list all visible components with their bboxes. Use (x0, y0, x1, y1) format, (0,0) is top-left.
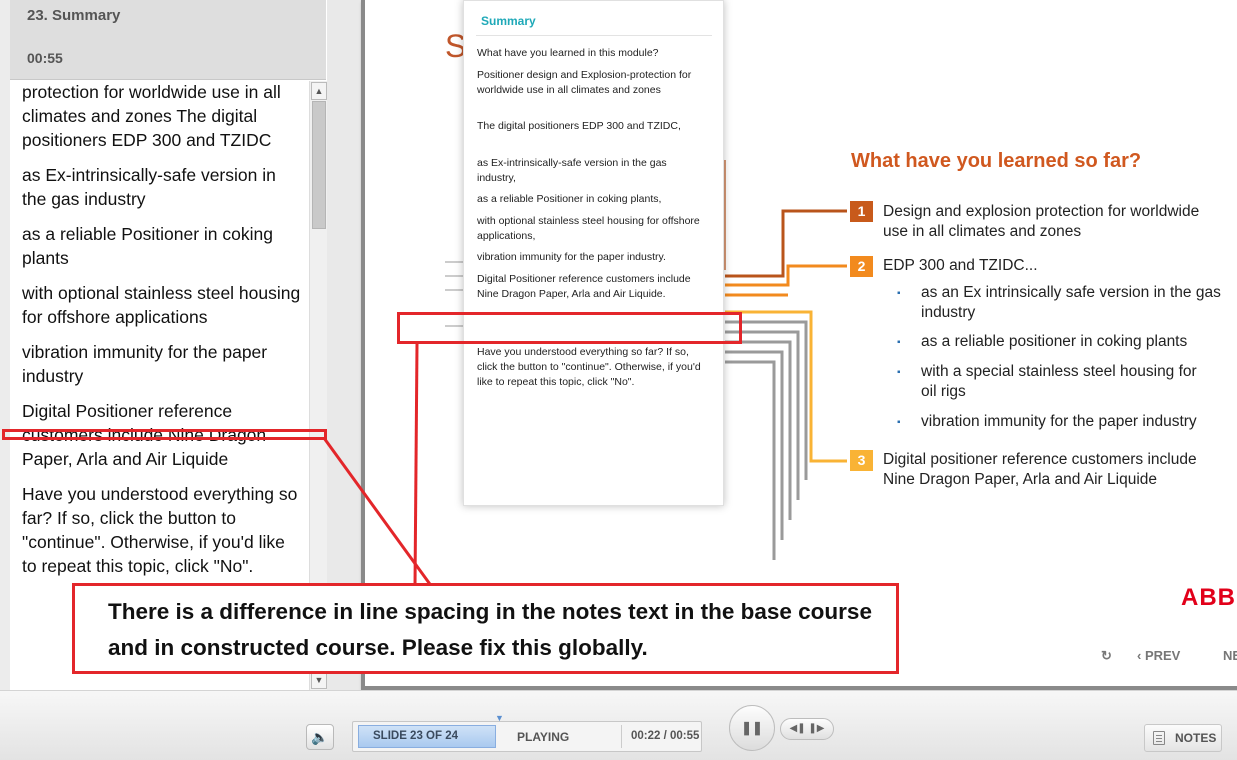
notes-button[interactable]: NOTES (1144, 724, 1222, 752)
notes-icon (1153, 731, 1165, 745)
annotation-callout: There is a difference in line spacing in… (72, 583, 899, 674)
seek-buttons[interactable]: ◀❚ ❚▶ (780, 718, 834, 740)
playback-state: PLAYING (517, 730, 570, 744)
playback-time: 00:22 / 00:55 (621, 725, 699, 748)
playback-status: ▼ SLIDE 23 OF 24 PLAYING 00:22 / 00:55 (352, 713, 702, 752)
notes-label: NOTES (1175, 731, 1217, 745)
progress-marker-icon: ▼ (495, 713, 504, 723)
slide-counter[interactable]: SLIDE 23 OF 24 (358, 725, 496, 748)
player-controls: 🔈 ▼ SLIDE 23 OF 24 PLAYING 00:22 / 00:55… (0, 690, 1237, 760)
player-window: 23. Summary 00:55 Positioner design and … (0, 0, 1237, 760)
pause-icon[interactable]: ❚❚ (729, 705, 775, 751)
volume-icon[interactable]: 🔈 (306, 724, 334, 750)
annotation-text: There is a difference in line spacing in… (108, 599, 872, 660)
